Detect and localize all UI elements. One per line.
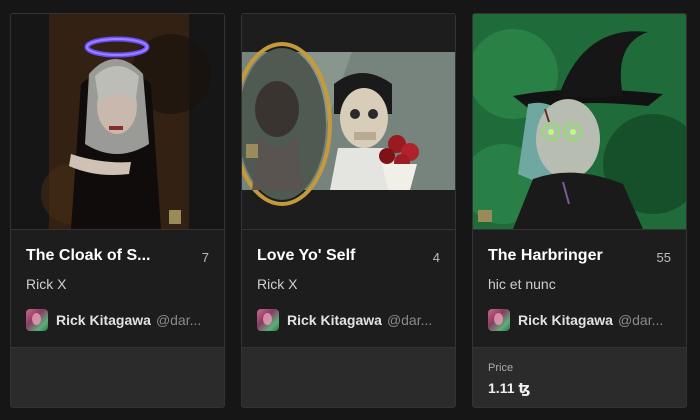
avatar bbox=[488, 309, 510, 331]
creator-name: Rick Kitagawa bbox=[287, 312, 382, 328]
collection-name[interactable]: hic et nunc bbox=[488, 276, 556, 292]
creator-link[interactable]: Rick Kitagawa @dar... bbox=[488, 308, 673, 332]
card-footer bbox=[11, 347, 224, 407]
mirror-skull-artwork bbox=[242, 14, 455, 229]
card-footer bbox=[242, 347, 455, 407]
creator-link[interactable]: Rick Kitagawa @dar... bbox=[257, 308, 442, 332]
price-label: Price bbox=[488, 362, 514, 374]
nft-card-cloak[interactable]: The Cloak of S... 7 Rick X Rick Kitagawa… bbox=[10, 13, 225, 408]
creator-name: Rick Kitagawa bbox=[56, 312, 151, 328]
price-value: 1.11 ꜩ bbox=[488, 380, 531, 396]
witch-portrait-artwork bbox=[473, 14, 686, 229]
avatar bbox=[26, 309, 48, 331]
creator-handle: @dar... bbox=[386, 312, 433, 328]
creator-handle: @dar... bbox=[617, 312, 664, 328]
edition-count: 55 bbox=[656, 250, 671, 265]
avatar bbox=[257, 309, 279, 331]
card-divider bbox=[473, 229, 686, 230]
nft-card-harbringer[interactable]: The Harbringer 55 hic et nunc Rick Kitag… bbox=[472, 13, 687, 408]
artwork-image[interactable] bbox=[473, 14, 686, 229]
artwork-image[interactable] bbox=[11, 14, 224, 229]
card-title[interactable]: The Harbringer bbox=[488, 247, 643, 265]
collection-name[interactable]: Rick X bbox=[26, 276, 66, 292]
edition-count: 4 bbox=[432, 250, 440, 265]
card-divider bbox=[242, 229, 455, 230]
artwork-image[interactable] bbox=[242, 14, 455, 229]
collection-name[interactable]: Rick X bbox=[257, 276, 297, 292]
dark-portrait-halo-artwork bbox=[11, 14, 224, 229]
creator-link[interactable]: Rick Kitagawa @dar... bbox=[26, 308, 211, 332]
nft-card-love-yo-self[interactable]: Love Yo' Self 4 Rick X Rick Kitagawa @da… bbox=[241, 13, 456, 408]
card-divider bbox=[11, 229, 224, 230]
card-footer: Price 1.11 ꜩ bbox=[473, 347, 686, 407]
card-title[interactable]: The Cloak of S... bbox=[26, 247, 181, 265]
card-title[interactable]: Love Yo' Self bbox=[257, 247, 412, 265]
edition-count: 7 bbox=[201, 250, 209, 265]
creator-name: Rick Kitagawa bbox=[518, 312, 613, 328]
creator-handle: @dar... bbox=[155, 312, 202, 328]
